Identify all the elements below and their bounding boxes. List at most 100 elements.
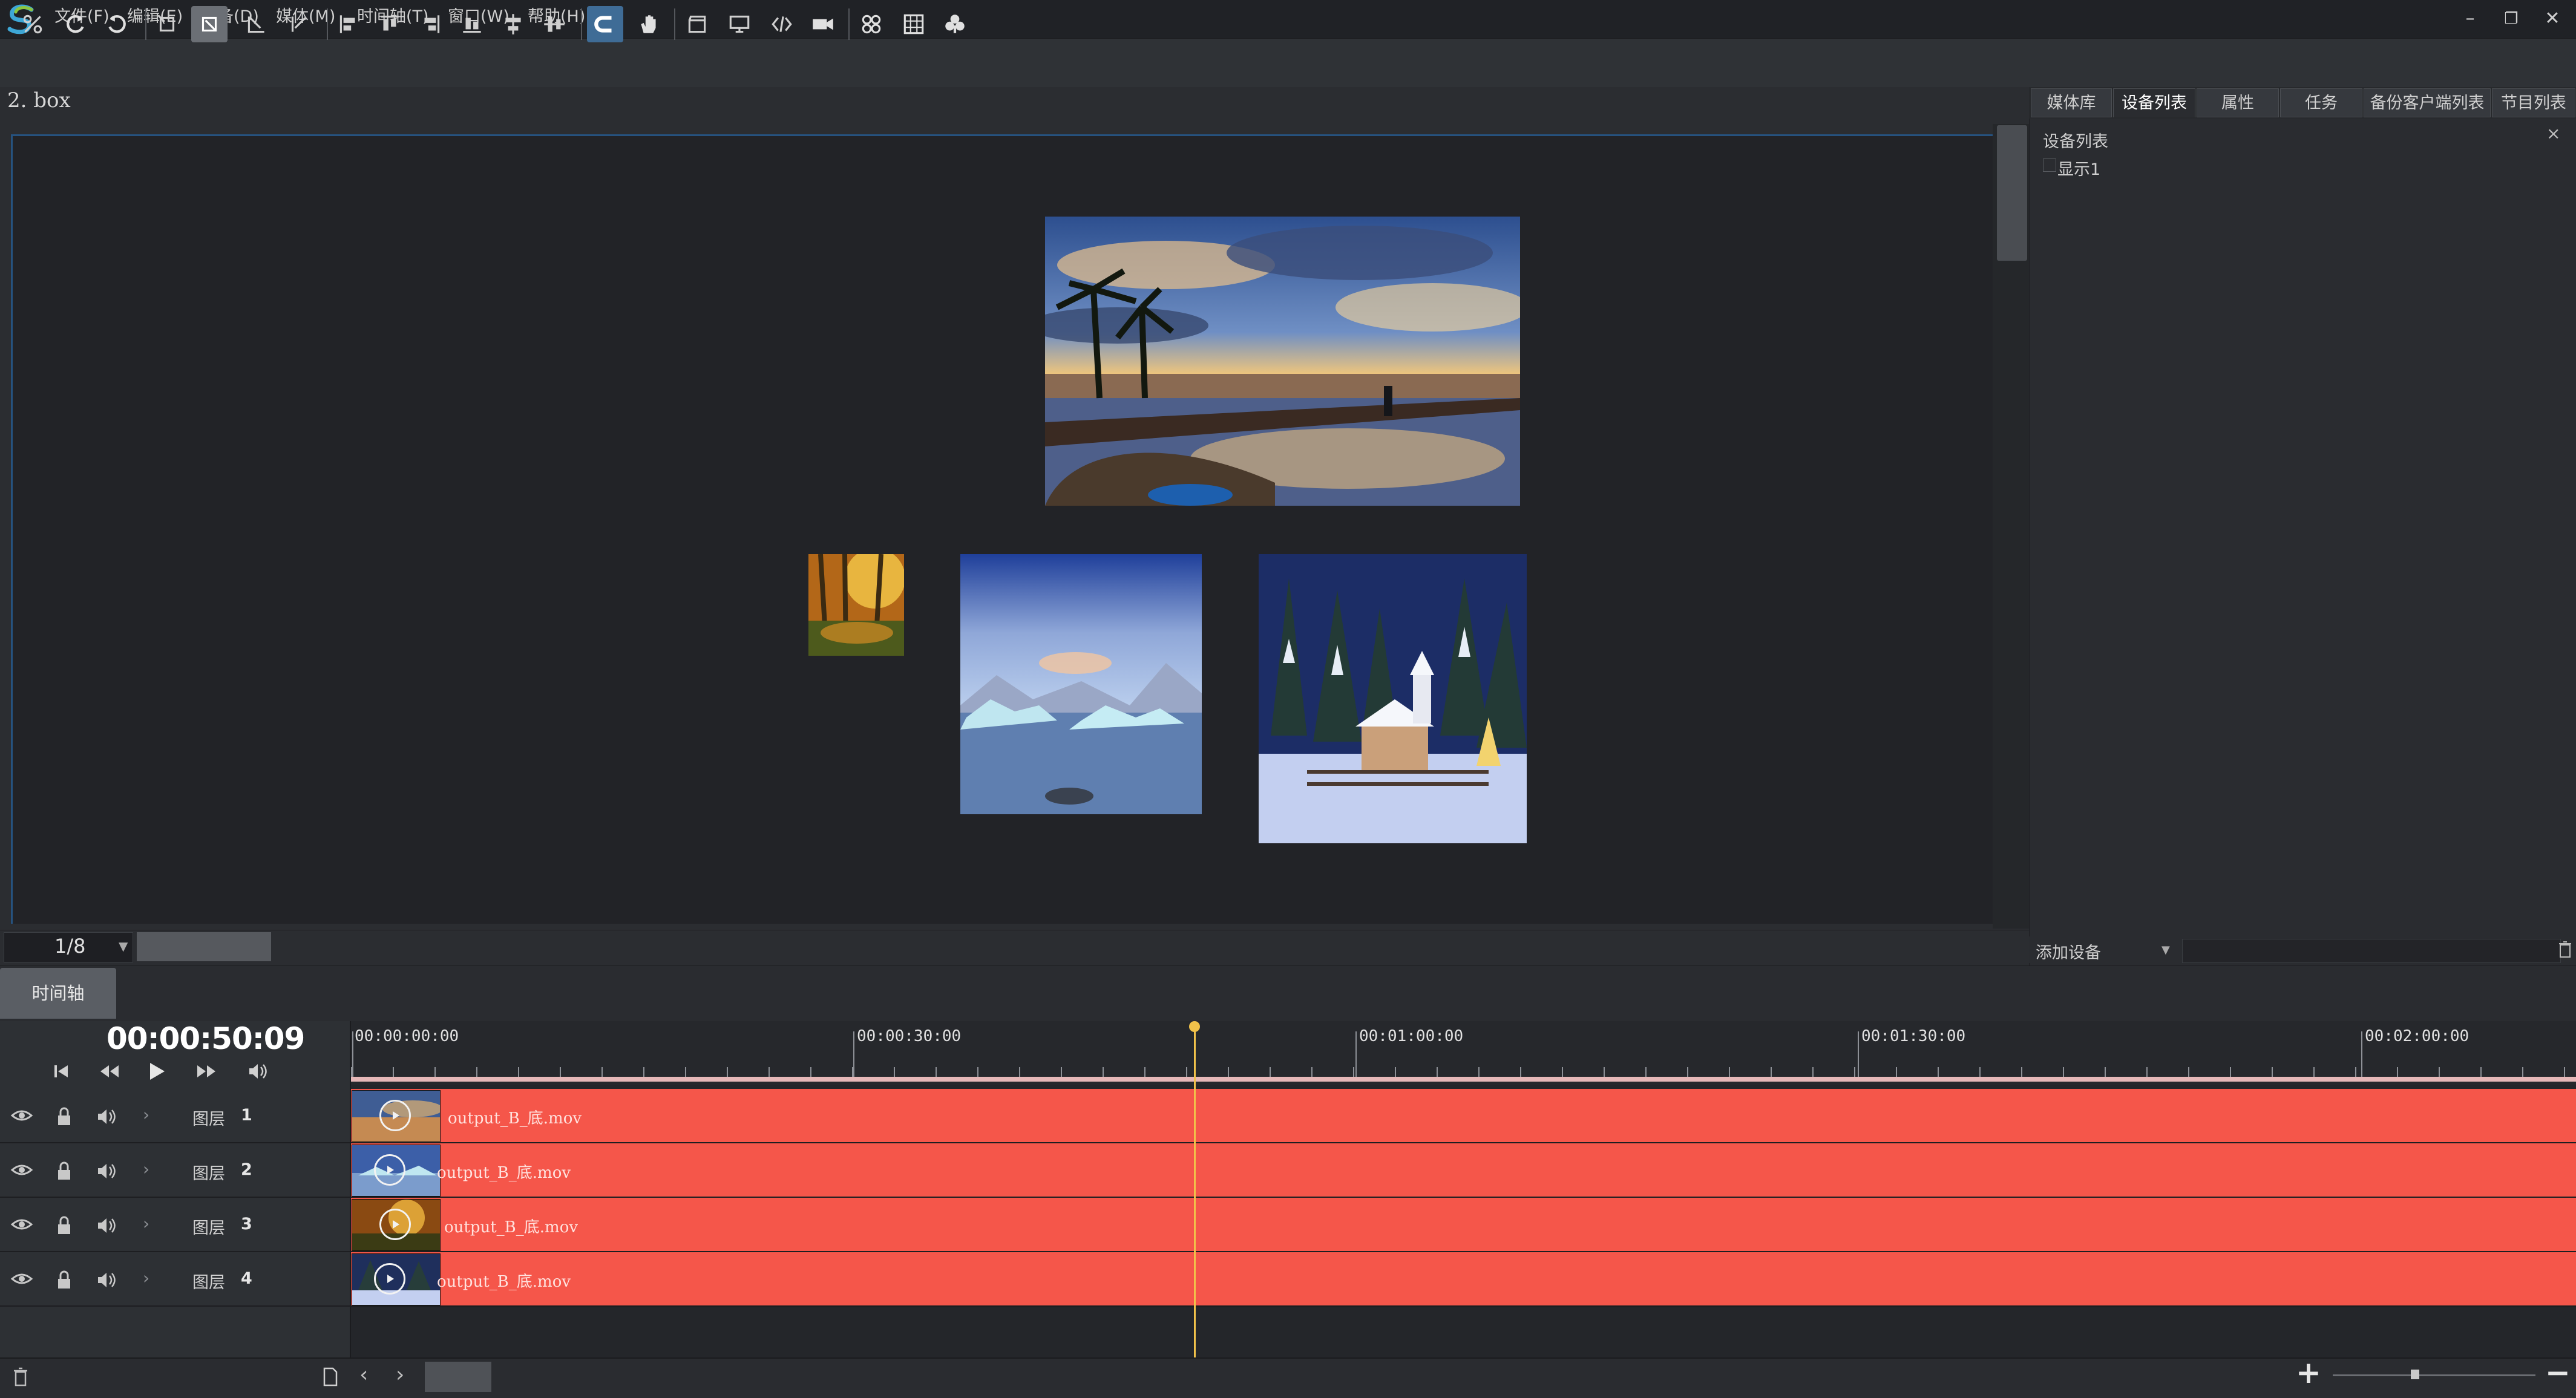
lock-icon[interactable]: [52, 1159, 76, 1183]
align-right-icon[interactable]: [413, 6, 449, 42]
timeline-clip[interactable]: [351, 1089, 2576, 1144]
monitor-icon[interactable]: [721, 6, 758, 42]
rotate-left-icon[interactable]: [57, 6, 93, 42]
clip-name: output_B_底.mov: [444, 1218, 578, 1236]
chevron-down-icon: ▼: [119, 939, 128, 953]
playhead-handle[interactable]: [1189, 1021, 1200, 1032]
play-circle-icon[interactable]: [374, 1154, 405, 1186]
timeline-clip[interactable]: [351, 1143, 2576, 1198]
play-circle-icon[interactable]: [379, 1209, 411, 1240]
skip-start-icon[interactable]: [44, 1056, 80, 1086]
align-top-icon[interactable]: [372, 6, 408, 42]
play-circle-icon[interactable]: [374, 1263, 405, 1295]
ruler-minor-tick: [518, 1067, 519, 1077]
select-active-icon[interactable]: [191, 6, 228, 42]
club-icon[interactable]: [937, 6, 973, 42]
ruler-minor-tick: [2105, 1067, 2106, 1077]
chevron-right-icon[interactable]: ›: [143, 1213, 149, 1233]
rewind-icon[interactable]: [91, 1056, 127, 1086]
zoom-out-icon[interactable]: −: [2545, 1355, 2571, 1390]
eye-icon[interactable]: [10, 1267, 34, 1291]
canvas-hscroll-thumb[interactable]: [137, 932, 271, 961]
timeline-clip[interactable]: [351, 1198, 2576, 1253]
chevron-right-icon[interactable]: ›: [143, 1105, 149, 1125]
ruler-minor-tick: [560, 1067, 561, 1077]
new-file-icon[interactable]: [318, 1365, 342, 1389]
tab-program-list[interactable]: 节目列表: [2492, 88, 2575, 117]
trash-icon[interactable]: [2558, 940, 2572, 958]
zoom-slider[interactable]: [2333, 1374, 2535, 1376]
tab-tasks[interactable]: 任务: [2280, 88, 2362, 117]
camera-icon[interactable]: [805, 6, 841, 42]
select-icon[interactable]: [149, 6, 185, 42]
add-device-field[interactable]: [2182, 939, 2561, 963]
playhead[interactable]: [1194, 1025, 1196, 1357]
lock-icon[interactable]: [52, 1105, 76, 1129]
ruler-minor-tick: [1771, 1067, 1772, 1077]
align-left-icon[interactable]: [330, 6, 367, 42]
rotate-right-icon[interactable]: [99, 6, 136, 42]
volume-icon[interactable]: [240, 1056, 276, 1086]
eye-icon[interactable]: [10, 1103, 34, 1128]
ruler-minor-tick: [727, 1067, 728, 1077]
timeline-clip[interactable]: [351, 1252, 2576, 1307]
chevron-right-icon[interactable]: ›: [396, 1362, 404, 1387]
device-item-checkbox[interactable]: [2043, 158, 2056, 172]
volume-icon[interactable]: [94, 1159, 119, 1183]
eye-icon[interactable]: [10, 1158, 34, 1182]
code-icon[interactable]: [764, 6, 800, 42]
chevron-right-icon[interactable]: ›: [143, 1159, 149, 1179]
close-button[interactable]: ✕: [2534, 4, 2571, 34]
tab-properties[interactable]: 属性: [2197, 88, 2279, 117]
volume-icon[interactable]: [94, 1268, 119, 1292]
ruler-minor-tick: [2480, 1067, 2482, 1077]
close-icon[interactable]: ×: [2546, 123, 2560, 143]
device-item[interactable]: 显示1: [2057, 156, 2100, 180]
eye-icon[interactable]: [10, 1212, 34, 1236]
top-right-icon[interactable]: [281, 6, 317, 42]
tab-timeline[interactable]: 时间轴: [0, 968, 116, 1019]
media-image-sunset[interactable]: [1045, 217, 1520, 506]
group-icon[interactable]: [15, 6, 51, 42]
lock-icon[interactable]: [52, 1213, 76, 1238]
magnet-icon[interactable]: [587, 6, 623, 42]
toolbar-separator: [848, 8, 850, 40]
top-left-icon[interactable]: [238, 6, 275, 42]
chevron-right-icon[interactable]: ›: [143, 1268, 149, 1288]
tab-device-list[interactable]: 设备列表: [2113, 88, 2195, 117]
grid-small-icon[interactable]: [853, 6, 890, 42]
ruler-major-tick: [1355, 1031, 1357, 1082]
ruler-label: 00:02:00:00: [2365, 1027, 2469, 1045]
media-image-autumn[interactable]: [808, 554, 904, 656]
tab-media-library[interactable]: 媒体库: [2031, 88, 2112, 117]
chevron-left-icon[interactable]: ‹: [359, 1362, 368, 1387]
ruler-minor-tick: [977, 1067, 978, 1077]
hand-icon[interactable]: [631, 6, 667, 42]
media-image-winter[interactable]: [1259, 554, 1527, 843]
distribute-v-icon[interactable]: [536, 6, 572, 42]
restore-button[interactable]: ❐: [2493, 4, 2529, 34]
ruler-minor-tick: [1687, 1067, 1688, 1077]
fast-forward-icon[interactable]: [189, 1056, 225, 1086]
volume-icon[interactable]: [94, 1105, 119, 1129]
ruler-minor-tick: [1144, 1067, 1145, 1077]
tab-backup-clients[interactable]: 备份客户端列表: [2364, 88, 2491, 117]
zoom-slider-handle[interactable]: [2411, 1370, 2419, 1379]
lock-icon[interactable]: [52, 1268, 76, 1292]
grid-icon[interactable]: [896, 6, 932, 42]
play-circle-icon[interactable]: [379, 1100, 411, 1131]
minimize-button[interactable]: –: [2452, 4, 2488, 34]
ruler-minor-tick: [2522, 1067, 2523, 1077]
canvas-vscroll-thumb[interactable]: [1997, 125, 2027, 261]
zoom-in-icon[interactable]: +: [2296, 1355, 2321, 1390]
trash-icon[interactable]: [8, 1365, 33, 1389]
play-icon[interactable]: [138, 1056, 174, 1086]
media-image-glacier[interactable]: [960, 554, 1202, 814]
volume-icon[interactable]: [94, 1213, 119, 1238]
ruler-minor-tick: [1604, 1067, 1605, 1077]
clapper-icon[interactable]: [679, 6, 715, 42]
align-bottom-icon[interactable]: [454, 6, 490, 42]
distribute-h-icon[interactable]: [495, 6, 531, 42]
timeline-hscroll-thumb[interactable]: [425, 1362, 491, 1392]
ruler-minor-tick: [2146, 1067, 2148, 1077]
